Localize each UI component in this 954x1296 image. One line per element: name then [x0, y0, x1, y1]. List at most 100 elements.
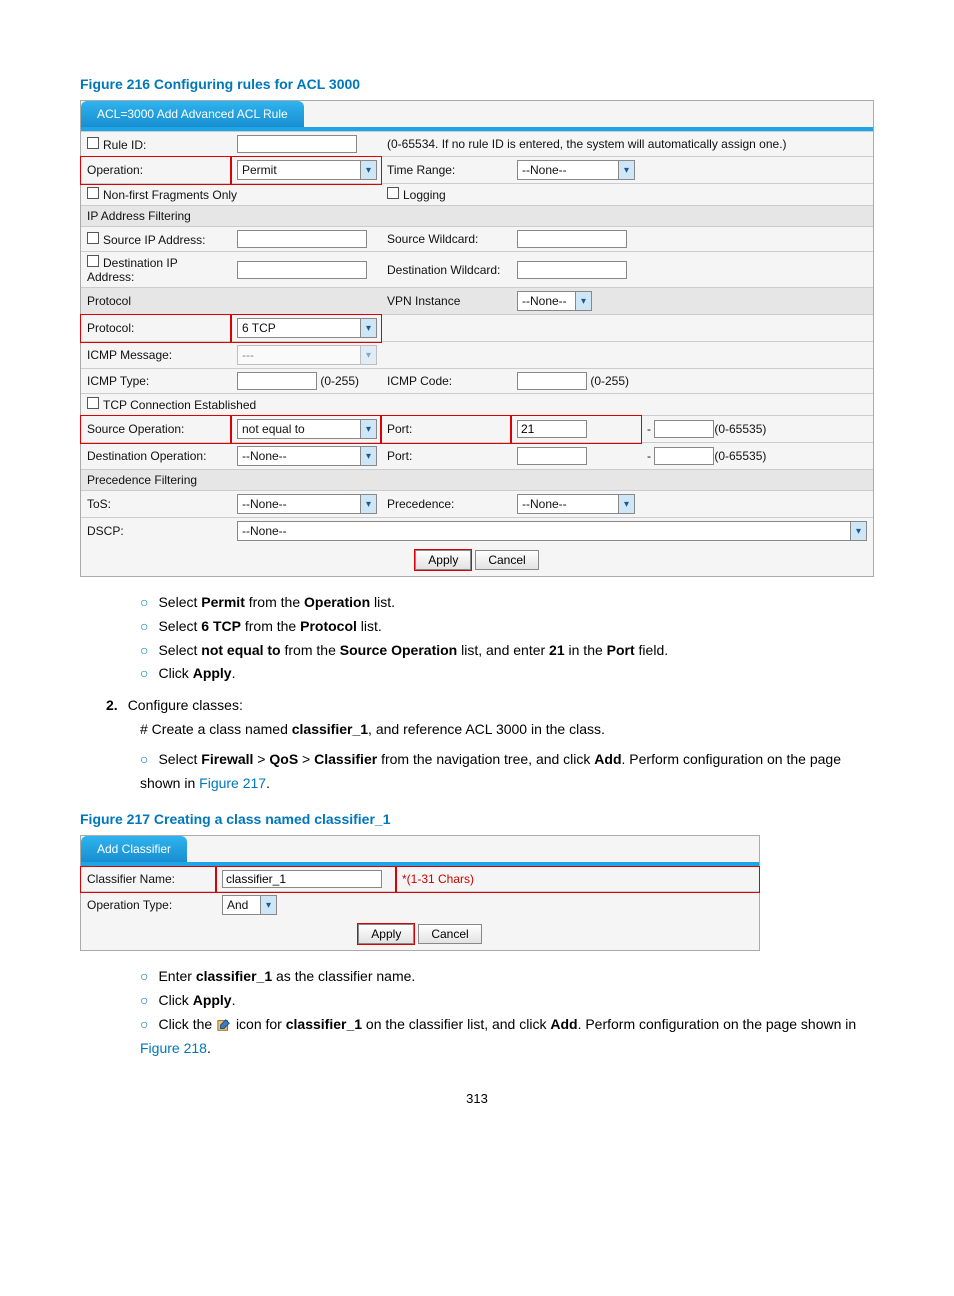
chevron-down-icon: ▾ [360, 161, 376, 179]
dst-wc-input[interactable] [517, 261, 627, 279]
dst-op-select[interactable]: --None-- ▾ [237, 446, 377, 466]
text: classifier_1 [292, 721, 368, 737]
step-2-text: Configure classes: [128, 697, 243, 713]
tos-value: --None-- [242, 497, 287, 511]
text: Protocol [300, 618, 357, 634]
text: . [266, 775, 270, 791]
text: 6 TCP [201, 618, 241, 634]
chevron-down-icon: ▾ [618, 495, 634, 513]
text: on the classifier list, and click [362, 1016, 550, 1032]
text: list, and enter [457, 642, 549, 658]
step-2-number: 2. [106, 697, 118, 713]
logging-label: Logging [403, 188, 446, 202]
dst-port-hint: (0-65535) [714, 449, 766, 463]
chevron-down-icon: ▾ [360, 346, 376, 364]
icmp-msg-label: ICMP Message: [81, 342, 231, 369]
operation-type-label: Operation Type: [81, 892, 216, 919]
src-op-label: Source Operation: [81, 416, 231, 443]
logging-checkbox[interactable] [387, 187, 399, 199]
cancel-button[interactable]: Cancel [418, 924, 481, 944]
text: from the [245, 594, 304, 610]
tcp-est-checkbox[interactable] [87, 397, 99, 409]
icmp-type-input[interactable] [237, 372, 317, 390]
classifier-name-input[interactable] [222, 870, 382, 888]
figure-217-link[interactable]: Figure 217 [199, 775, 266, 791]
text: Permit [201, 594, 245, 610]
tos-label: ToS: [81, 491, 231, 518]
text: Apply [193, 665, 232, 681]
text: > [253, 751, 269, 767]
text: list. [370, 594, 395, 610]
protocol-select[interactable]: 6 TCP ▾ [237, 318, 377, 338]
dst-port-label: Port: [381, 443, 511, 470]
text: from the navigation tree, and click [377, 751, 594, 767]
figure-216-title: Figure 216 Configuring rules for ACL 300… [80, 76, 874, 92]
text: Enter [158, 968, 195, 984]
text: . [232, 665, 236, 681]
time-range-select[interactable]: --None-- ▾ [517, 160, 635, 180]
vpn-select[interactable]: --None-- ▾ [517, 291, 592, 311]
dst-op-label: Destination Operation: [81, 443, 231, 470]
src-op-select[interactable]: not equal to ▾ [237, 419, 377, 439]
tcp-est-label: TCP Connection Established [103, 398, 256, 412]
rule-id-checkbox[interactable] [87, 137, 99, 149]
text: Select [158, 642, 201, 658]
src-ip-checkbox[interactable] [87, 232, 99, 244]
dst-port-input2[interactable] [654, 447, 714, 465]
text: . [232, 992, 236, 1008]
operation-value: Permit [242, 163, 277, 177]
chevron-down-icon: ▾ [360, 420, 376, 438]
text: QoS [269, 751, 298, 767]
dscp-label: DSCP: [81, 518, 231, 545]
icmp-code-input[interactable] [517, 372, 587, 390]
icmp-type-label: ICMP Type: [81, 369, 231, 394]
src-wc-input[interactable] [517, 230, 627, 248]
text: icon for [236, 1016, 286, 1032]
figure-218-link[interactable]: Figure 218 [140, 1040, 207, 1056]
bullet-icon: ○ [140, 992, 148, 1008]
classifier-name-label: Classifier Name: [81, 867, 216, 892]
text: from the [281, 642, 340, 658]
operation-type-select[interactable]: And ▾ [222, 895, 277, 915]
dst-ip-input[interactable] [237, 261, 367, 279]
text: Click [158, 665, 192, 681]
src-port-input2[interactable] [654, 420, 714, 438]
chevron-down-icon: ▾ [850, 522, 866, 540]
bullet-icon: ○ [140, 751, 148, 767]
acl-rule-panel: ACL=3000 Add Advanced ACL Rule Rule ID: … [80, 100, 874, 577]
icmp-msg-select: --- ▾ [237, 345, 377, 365]
dst-ip-checkbox[interactable] [87, 255, 99, 267]
acl-panel-tab: ACL=3000 Add Advanced ACL Rule [81, 101, 304, 127]
icmp-code-hint: (0-255) [590, 374, 629, 388]
add-classifier-tab: Add Classifier [81, 836, 187, 862]
vpn-value: --None-- [522, 294, 567, 308]
apply-button[interactable]: Apply [358, 924, 414, 944]
time-range-value: --None-- [522, 163, 567, 177]
dst-port-input[interactable] [517, 447, 587, 465]
apply-button[interactable]: Apply [415, 550, 471, 570]
cancel-button[interactable]: Cancel [475, 550, 538, 570]
nonfirst-checkbox[interactable] [87, 187, 99, 199]
text: # Create a class named [140, 721, 292, 737]
dscp-select[interactable]: --None-- ▾ [237, 521, 867, 541]
rule-id-input[interactable] [237, 135, 357, 153]
text: Add [594, 751, 621, 767]
text: Click the [158, 1016, 216, 1032]
text: , and reference ACL 3000 in the class. [368, 721, 605, 737]
dst-wc-label: Destination Wildcard: [381, 252, 511, 288]
chevron-down-icon: ▾ [360, 495, 376, 513]
operation-select[interactable]: Permit ▾ [237, 160, 377, 180]
bullet-icon: ○ [140, 594, 148, 610]
src-ip-label: Source IP Address: [103, 233, 206, 247]
protocol-value: 6 TCP [242, 321, 276, 335]
rule-id-label: Rule ID: [103, 138, 146, 152]
bullet-icon: ○ [140, 665, 148, 681]
tos-select[interactable]: --None-- ▾ [237, 494, 377, 514]
src-port-input[interactable] [517, 420, 587, 438]
nonfirst-label: Non-first Fragments Only [103, 188, 237, 202]
operation-type-value: And [227, 898, 248, 912]
src-ip-input[interactable] [237, 230, 367, 248]
dscp-value: --None-- [242, 524, 287, 538]
precedence-select[interactable]: --None-- ▾ [517, 494, 635, 514]
icmp-type-hint: (0-255) [320, 374, 359, 388]
